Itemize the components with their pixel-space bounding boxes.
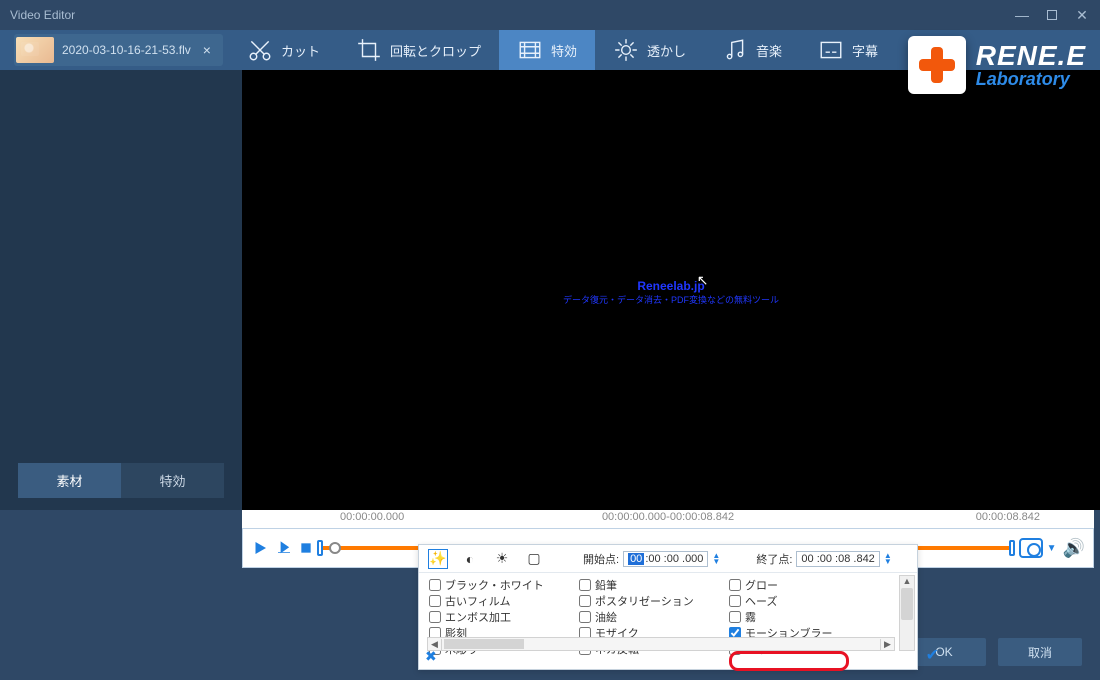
mouse-cursor-icon: ↖ <box>697 272 709 289</box>
brand-overlay: RENE.E Laboratory <box>908 36 1086 94</box>
effect-checkbox[interactable] <box>429 579 441 591</box>
effect-popup: ✨ ◐ ☀ ▢ 開始点: 00:00 :00 .000 ▲▼ 終了点: 00 :… <box>418 544 918 670</box>
tab-subtitle[interactable]: 字幕 <box>800 30 896 70</box>
effect-checkbox[interactable] <box>729 611 741 623</box>
popup-cancel-icon[interactable]: ✖ <box>425 648 437 665</box>
effect-option[interactable]: 霧 <box>729 609 879 625</box>
effect-option[interactable]: ブラック・ホワイト <box>429 577 579 593</box>
sidebar-tab-effect[interactable]: 特効 <box>121 463 224 498</box>
effect-label: ヘーズ <box>745 593 777 609</box>
start-point-label: 開始点: <box>583 551 619 567</box>
tab-cut[interactable]: カット <box>229 30 338 70</box>
crop-mode-icon[interactable]: ▢ <box>525 550 543 568</box>
effect-checkbox[interactable] <box>579 595 591 607</box>
file-close-icon[interactable]: × <box>199 42 215 58</box>
start-spinner[interactable]: ▲▼ <box>712 553 720 565</box>
play-button[interactable] <box>251 539 269 557</box>
effect-checkbox[interactable] <box>729 595 741 607</box>
filmstrip-icon <box>517 37 543 63</box>
effect-option[interactable]: 鉛筆 <box>579 577 729 593</box>
wand-mode-icon[interactable]: ✨ <box>429 550 447 568</box>
end-spinner[interactable]: ▲▼ <box>884 553 892 565</box>
effect-checkbox[interactable] <box>429 595 441 607</box>
effect-option[interactable]: 油絵 <box>579 609 729 625</box>
stop-button[interactable] <box>299 541 313 555</box>
tab-watermark[interactable]: 透かし <box>595 30 704 70</box>
scissors-icon <box>247 37 273 63</box>
volume-button[interactable]: 🔊 <box>1063 538 1085 559</box>
range-handle-left[interactable] <box>317 540 323 556</box>
effect-option[interactable]: グロー <box>729 577 879 593</box>
tab-crop[interactable]: 回転とクロップ <box>338 30 499 70</box>
effect-option[interactable]: ヘーズ <box>729 593 879 609</box>
brand-logo-icon <box>908 36 966 94</box>
cancel-button[interactable]: 取消 <box>998 638 1082 666</box>
start-time-input[interactable]: 00:00 :00 .000 <box>623 551 708 567</box>
end-point-label: 終了点: <box>756 551 792 567</box>
video-preview[interactable]: Reneelab.jp データ復元・データ消去・PDF変換などの無料ツール ↖ <box>242 70 1100 510</box>
sidebar-tab-material[interactable]: 素材 <box>18 463 121 498</box>
effect-option[interactable]: エンボス加工 <box>429 609 579 625</box>
effect-option[interactable]: ポスタリゼーション <box>579 593 729 609</box>
color-mode-icon[interactable]: ◐ <box>461 550 479 568</box>
popup-apply-icon[interactable]: ✔ <box>926 645 939 665</box>
effect-label: ポスタリゼーション <box>595 593 694 609</box>
tab-effect[interactable]: 特効 <box>499 30 595 70</box>
effect-checkbox[interactable] <box>579 579 591 591</box>
timeline-range-label: 00:00:00.000-00:00:08.842 <box>602 511 734 523</box>
end-time-input[interactable]: 00 :00 :08 .842 <box>796 551 879 567</box>
brightness-mode-icon[interactable]: ☀ <box>493 550 511 568</box>
effect-label: 鉛筆 <box>595 577 617 593</box>
vertical-scrollbar[interactable]: ▲ <box>899 575 915 651</box>
effect-label: エンボス加工 <box>445 609 511 625</box>
file-thumbnail <box>16 37 54 63</box>
snapshot-button[interactable] <box>1019 538 1043 558</box>
snapshot-dropdown-icon[interactable]: ▼ <box>1047 543 1057 554</box>
watermark-overlay: Reneelab.jp データ復元・データ消去・PDF変換などの無料ツール <box>563 279 779 306</box>
effect-checkbox[interactable] <box>579 611 591 623</box>
subtitle-icon <box>818 37 844 63</box>
horizontal-scrollbar[interactable]: ◀▶ <box>427 637 895 651</box>
close-button[interactable]: ✕ <box>1074 7 1090 23</box>
effect-label: 古いフィルム <box>445 593 511 609</box>
tab-audio[interactable]: 音楽 <box>704 30 800 70</box>
app-title: Video Editor <box>10 8 1014 22</box>
step-button[interactable] <box>275 539 293 557</box>
effect-option[interactable]: 古いフィルム <box>429 593 579 609</box>
gear-icon <box>613 37 639 63</box>
timeline-end-label: 00:00:08.842 <box>976 511 1040 523</box>
effect-label: グロー <box>745 577 778 593</box>
effect-label: 油絵 <box>595 609 617 625</box>
maximize-button[interactable] <box>1044 7 1060 23</box>
file-name: 2020-03-10-16-21-53.flv <box>62 43 191 57</box>
crop-icon <box>356 37 382 63</box>
effect-label: 霧 <box>745 609 756 625</box>
minimize-button[interactable]: — <box>1014 7 1030 23</box>
timeline-start-label: 00:00:00.000 <box>340 511 404 523</box>
effect-checkbox[interactable] <box>729 579 741 591</box>
range-handle-right[interactable] <box>1009 540 1015 556</box>
file-chip[interactable]: 2020-03-10-16-21-53.flv × <box>14 34 223 66</box>
music-note-icon <box>722 37 748 63</box>
effect-label: ブラック・ホワイト <box>445 577 544 593</box>
effect-checkbox[interactable] <box>429 611 441 623</box>
playhead[interactable] <box>329 542 341 554</box>
